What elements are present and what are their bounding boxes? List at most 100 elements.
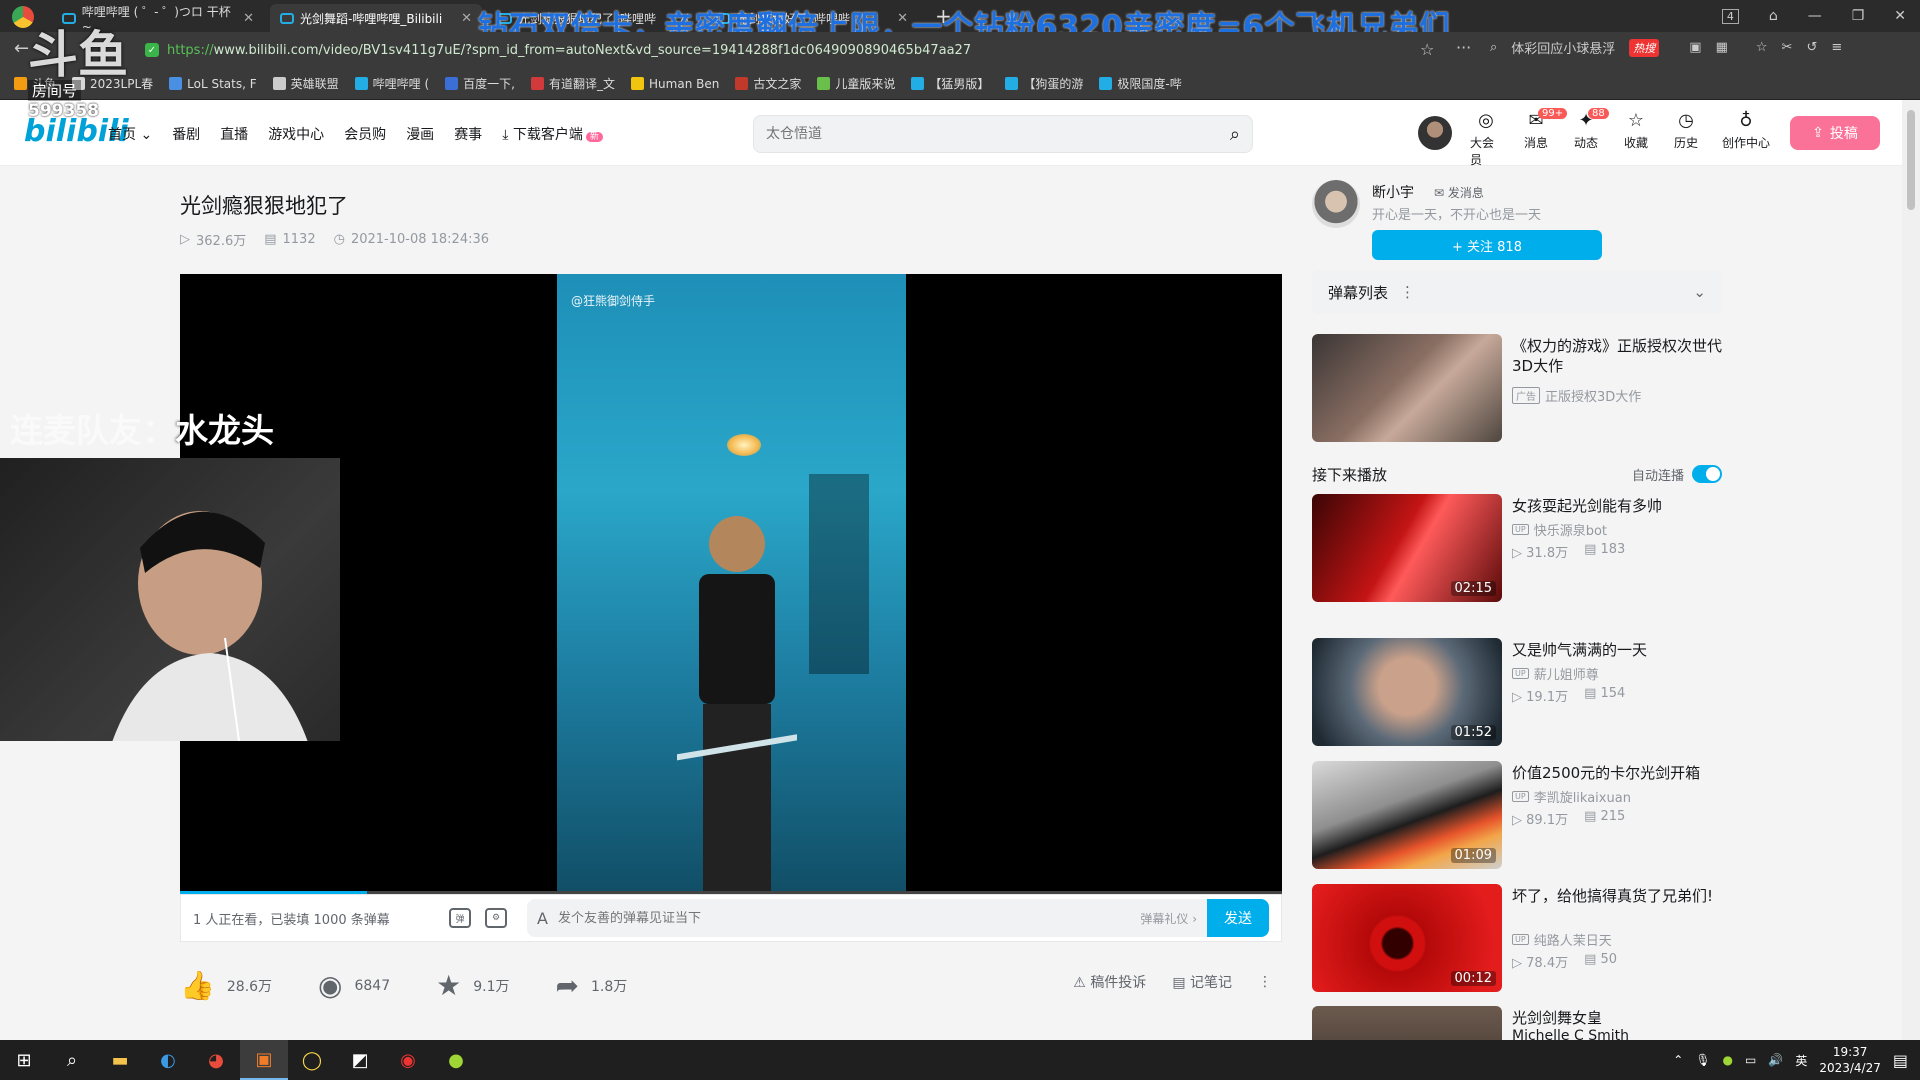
rec-title[interactable]: 光剑剑舞女皇 xyxy=(1512,1008,1722,1028)
scissors-icon[interactable]: ✂ xyxy=(1782,40,1793,55)
video-frame[interactable]: @狂熊御剑侍手 xyxy=(557,274,906,894)
rec-uploader[interactable]: UP 薪儿姐师尊 xyxy=(1512,664,1599,683)
chevron-down-icon[interactable]: ⌄ xyxy=(1693,283,1706,301)
bookmark-item[interactable]: 哔哩哔哩 ( xyxy=(354,75,429,92)
nav-anime[interactable]: 番剧 xyxy=(172,124,200,144)
bookmark-item[interactable]: 【狗蛋的游 xyxy=(1005,75,1083,92)
bookmark-item[interactable]: 极限国度-哔 xyxy=(1099,75,1182,92)
uploader-name[interactable]: 断小宇 xyxy=(1372,182,1414,202)
ad-thumbnail[interactable] xyxy=(1312,334,1502,442)
browser-logo-icon[interactable] xyxy=(12,6,34,28)
rec-thumbnail[interactable]: 01:52 xyxy=(1312,638,1502,746)
bookmark-item[interactable]: 有道翻译_文 xyxy=(531,75,615,92)
more-options-icon[interactable]: ⋮ xyxy=(1400,283,1415,301)
font-style-icon[interactable]: A xyxy=(537,909,548,928)
rec-card[interactable]: 02:15 女孩耍起光剑能有多帅 UP 快乐源泉bot ▷ 31.8万 ▤ 183 xyxy=(1312,494,1722,602)
favorites-icon[interactable]: ☆ xyxy=(1756,40,1768,55)
rec-thumbnail[interactable]: 01:09 xyxy=(1312,761,1502,869)
coin-button[interactable]: ◉ 6847 xyxy=(318,972,390,1000)
rec-uploader[interactable]: UP 李凯旋likaixuan xyxy=(1512,787,1631,806)
user-avatar[interactable] xyxy=(1418,116,1452,150)
danmaku-toggle-icon[interactable]: 弹 xyxy=(449,908,471,928)
bookmark-item[interactable]: LoL Stats, F xyxy=(169,77,257,91)
danmaku-settings-icon[interactable]: ⚙ xyxy=(485,908,507,928)
follow-button[interactable]: + 关注 818 xyxy=(1372,230,1602,260)
microphone-icon[interactable]: 🎙 xyxy=(1695,1053,1710,1067)
favorite-button[interactable]: ★ 9.1万 xyxy=(436,972,509,1000)
nav-home[interactable]: 首页 ⌄ xyxy=(108,124,152,144)
nav-game-center[interactable]: 游戏中心 xyxy=(268,124,324,144)
rec-card[interactable]: 光剑剑舞女皇 Michelle C Smith xyxy=(1312,1006,1722,1040)
header-vip[interactable]: ◎ 大会员 xyxy=(1470,112,1502,168)
rec-card[interactable]: 01:09 价值2500元的卡尔光剑开箱 UP 李凯旋likaixuan ▷ 89… xyxy=(1312,761,1722,869)
header-message[interactable]: ✉ 99+ 消息 xyxy=(1520,108,1568,151)
network-icon[interactable]: ▭ xyxy=(1745,1053,1756,1067)
nav-manga[interactable]: 漫画 xyxy=(406,124,434,144)
danmaku-input[interactable] xyxy=(557,910,1131,926)
windows-start-icon[interactable]: ⊞ xyxy=(0,1040,48,1080)
bookmark-item[interactable]: 百度一下, xyxy=(445,75,515,92)
app-lime-icon[interactable]: ● xyxy=(432,1040,480,1080)
upload-button[interactable]: ⇪ 投稿 xyxy=(1790,116,1880,150)
rec-card[interactable]: 00:12 坏了，给他搞得真货了兄弟们! UP 纯路人茉日天 ▷ 78.4万 ▤ 5… xyxy=(1312,884,1722,992)
input-language[interactable]: 英 xyxy=(1795,1052,1807,1069)
send-message-link[interactable]: ✉ 发消息 xyxy=(1434,184,1484,201)
obs-icon[interactable]: ◯ xyxy=(288,1040,336,1080)
close-window-icon[interactable]: ✕ xyxy=(1894,8,1906,24)
undo-icon[interactable]: ↺ xyxy=(1806,40,1817,55)
bookmark-item[interactable]: Human Ben xyxy=(631,77,719,91)
extension-icon[interactable]: ▣ xyxy=(1689,40,1701,55)
browser-icon[interactable]: ◕ xyxy=(192,1040,240,1080)
nav-esports[interactable]: 赛事 xyxy=(454,124,482,144)
close-icon[interactable]: ✕ xyxy=(461,11,472,26)
header-creator-center[interactable]: ♁ 创作中心 xyxy=(1720,112,1772,151)
window-counter[interactable]: 4 xyxy=(1721,8,1739,24)
search-icon[interactable]: ⌕ xyxy=(1230,124,1240,145)
edge-icon[interactable]: ◐ xyxy=(144,1040,192,1080)
bookmark-item[interactable]: 古文之家 xyxy=(735,75,801,92)
app-icon[interactable]: ◩ xyxy=(336,1040,384,1080)
maximize-icon[interactable]: ❐ xyxy=(1852,8,1865,24)
danmaku-send-button[interactable]: 发送 xyxy=(1207,899,1269,937)
nav-download-client[interactable]: ⤓ 下载客户端新 xyxy=(502,124,603,144)
shirt-icon[interactable]: ⌂ xyxy=(1769,8,1778,24)
nav-live[interactable]: 直播 xyxy=(220,124,248,144)
ad-card[interactable]: 《权力的游戏》正版授权次世代3D大作 广告 正版授权3D大作 xyxy=(1312,334,1722,442)
rec-uploader[interactable]: Michelle C Smith xyxy=(1512,1028,1629,1040)
search-input[interactable] xyxy=(766,126,1230,142)
rec-title[interactable]: 女孩耍起光剑能有多帅 xyxy=(1512,496,1722,516)
danmaku-list-panel[interactable]: 弹幕列表 ⋮ ⌄ xyxy=(1312,270,1722,314)
rec-thumbnail[interactable]: 00:12 xyxy=(1312,884,1502,992)
uploader-avatar[interactable] xyxy=(1312,180,1360,228)
back-icon[interactable]: ← xyxy=(14,38,29,59)
header-dynamic[interactable]: ✦ 88 动态 xyxy=(1570,108,1609,151)
bookmark-item[interactable]: 英雄联盟 xyxy=(272,75,339,92)
bookmark-star-icon[interactable]: ☆ xyxy=(1420,40,1434,59)
netease-music-icon[interactable]: ◉ xyxy=(384,1040,432,1080)
system-clock[interactable]: 19:37 2023/4/27 xyxy=(1819,1044,1881,1076)
search-icon[interactable]: ⌕ xyxy=(48,1040,96,1080)
scrollbar-thumb[interactable] xyxy=(1907,110,1915,210)
page-scrollbar[interactable] xyxy=(1902,100,1920,1040)
rec-title[interactable]: 又是帅气满满的一天 xyxy=(1512,640,1722,660)
header-favorites[interactable]: ☆ 收藏 xyxy=(1620,112,1652,151)
rec-uploader[interactable]: UP 纯路人茉日天 xyxy=(1512,930,1612,949)
header-history[interactable]: ◷ 历史 xyxy=(1670,112,1702,151)
url-field[interactable]: ✓ https://www.bilibili.com/video/BV1sv41… xyxy=(145,37,1445,63)
danmaku-etiquette-link[interactable]: 弹幕礼仪 › xyxy=(1140,910,1197,927)
autoplay-toggle[interactable] xyxy=(1692,465,1722,483)
search-icon[interactable]: ⌕ xyxy=(1490,40,1497,55)
minimize-icon[interactable]: — xyxy=(1808,8,1822,24)
rec-card[interactable]: 01:52 又是帅气满满的一天 UP 薪儿姐师尊 ▷ 19.1万 ▤ 154 xyxy=(1312,638,1722,746)
bookmark-item[interactable]: 【猛男版】 xyxy=(911,75,989,92)
app-active-icon[interactable]: ▣ xyxy=(240,1040,288,1080)
rec-uploader[interactable]: UP 快乐源泉bot xyxy=(1512,520,1607,539)
nav-shop[interactable]: 会员购 xyxy=(344,124,386,144)
report-button[interactable]: ⚠ 稿件投诉 xyxy=(1073,972,1146,992)
notes-button[interactable]: ▤ 记笔记 xyxy=(1172,972,1232,992)
rec-thumbnail[interactable]: 02:15 xyxy=(1312,494,1502,602)
tray-app-icon[interactable]: ● xyxy=(1723,1053,1733,1067)
menu-icon[interactable]: ≡ xyxy=(1831,40,1842,55)
share-button[interactable]: ➦ 1.8万 xyxy=(556,972,628,1000)
rec-title[interactable]: 价值2500元的卡尔光剑开箱 xyxy=(1512,763,1722,783)
